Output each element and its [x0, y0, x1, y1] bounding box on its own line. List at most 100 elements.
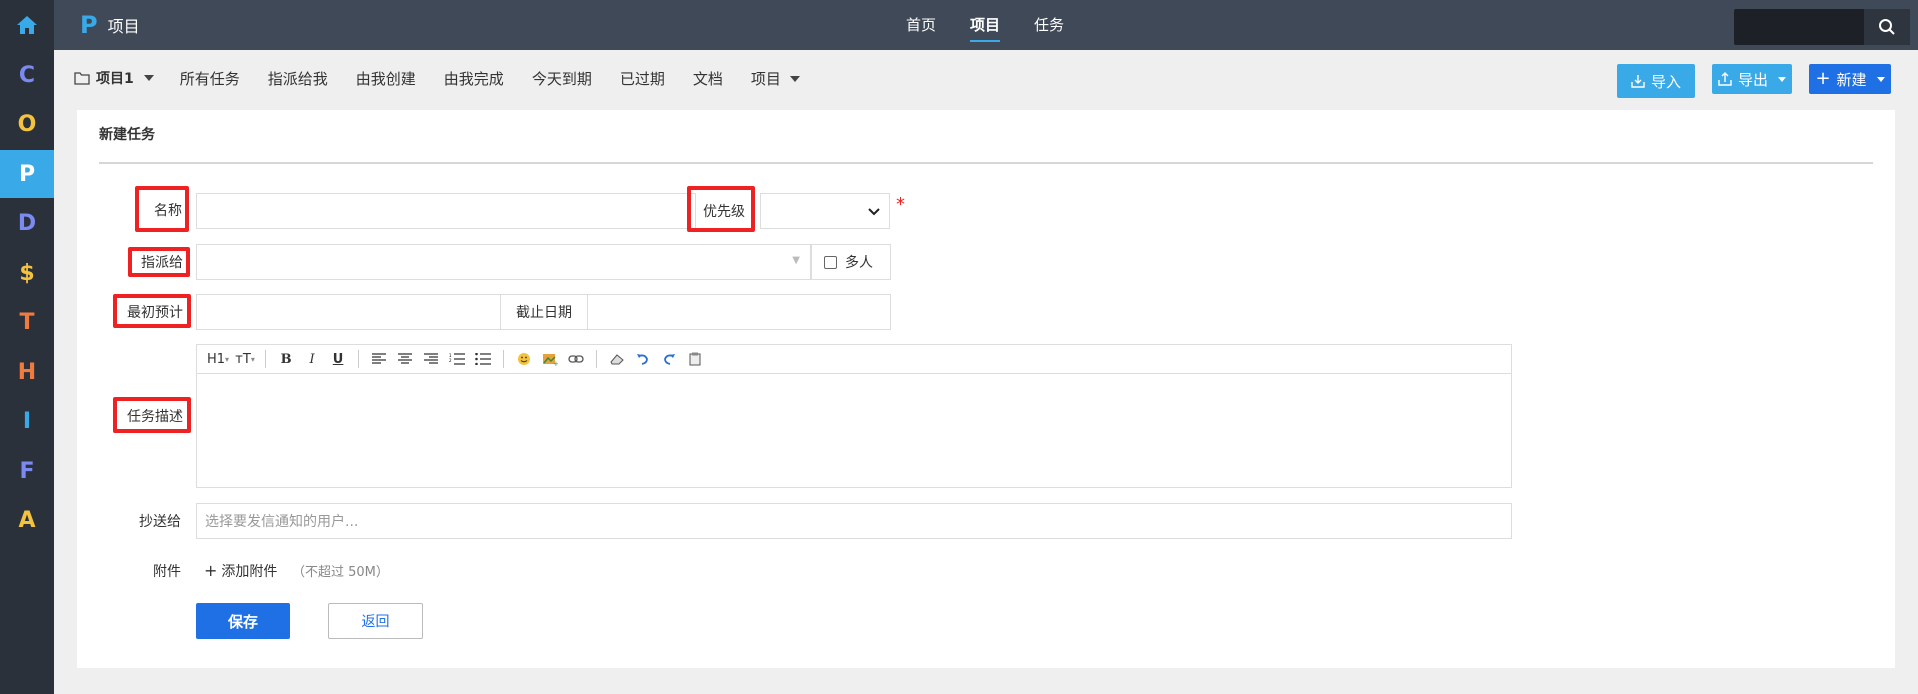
top-bar: P 项目 首页 项目 任务 [54, 0, 1918, 50]
create-button[interactable]: + 新建 [1809, 64, 1891, 94]
toolbar-divider [503, 350, 505, 368]
deadline-field[interactable] [587, 294, 891, 330]
attachment-limit: （不超过 50M） [292, 565, 389, 580]
subnav-all-tasks[interactable]: 所有任务 [180, 68, 240, 89]
plus-icon: + [1815, 68, 1831, 89]
priority-label: 优先级 [703, 204, 745, 220]
rail-item-t[interactable]: T [0, 298, 54, 346]
cc-placeholder: 选择要发信通知的用户... [205, 514, 359, 530]
new-task-panel: 新建任务 名称 优先级 * 指派给 ▼ 多人 最初预计 截止日期 H1 ▾ тT ▾… [77, 110, 1895, 668]
underline-icon[interactable]: U [328, 349, 348, 369]
top-nav: 首页 项目 任务 [54, 0, 1918, 50]
assign-label: 指派给 [141, 255, 183, 271]
save-button[interactable]: 保存 [196, 603, 290, 639]
export-icon [1718, 72, 1732, 86]
search-icon [1879, 19, 1895, 35]
folder-icon [74, 72, 90, 85]
ordered-list-icon[interactable]: 12 [447, 349, 467, 369]
brand-logo: P [80, 11, 98, 39]
chevron-down-icon [143, 75, 154, 81]
image-icon[interactable]: + [540, 349, 560, 369]
rail-item-p[interactable]: P [0, 150, 54, 198]
link-icon[interactable] [566, 349, 586, 369]
nav-task[interactable]: 任务 [1034, 0, 1064, 50]
title-divider [99, 162, 1873, 164]
bold-icon[interactable]: B [276, 349, 296, 369]
description-editor[interactable] [196, 374, 1512, 488]
export-label: 导出 [1737, 70, 1768, 89]
subnav-project-menu[interactable]: 项目 [751, 68, 800, 89]
description-label: 任务描述 [127, 409, 183, 425]
import-button[interactable]: 导入 [1617, 64, 1695, 98]
required-mark: * [896, 194, 905, 215]
paste-icon[interactable] [685, 349, 705, 369]
subnav-due-today[interactable]: 今天到期 [532, 68, 592, 89]
nav-project[interactable]: 项目 [970, 0, 1001, 50]
rail-item-f[interactable]: F [0, 447, 54, 495]
editor-toolbar: H1 ▾ тT ▾ B I U 12 + [196, 344, 1512, 374]
chevron-down-icon [1876, 76, 1885, 82]
align-left-icon[interactable] [369, 349, 389, 369]
chevron-down-icon [789, 76, 800, 82]
eraser-icon[interactable] [607, 349, 627, 369]
rail-item-o[interactable]: O [0, 100, 54, 148]
name-label: 名称 [154, 203, 182, 219]
name-field[interactable] [196, 193, 696, 229]
italic-icon[interactable]: I [302, 349, 322, 369]
align-right-icon[interactable] [421, 349, 441, 369]
multi-user-toggle[interactable]: 多人 [811, 244, 891, 280]
brand[interactable]: P 项目 [80, 0, 140, 50]
search-input[interactable] [1734, 9, 1910, 45]
chevron-down-icon: ▼ [792, 255, 800, 266]
multi-user-checkbox[interactable] [824, 255, 837, 269]
project-dropdown[interactable]: 项目1 [74, 68, 154, 88]
toolbar-divider [358, 350, 360, 368]
app-rail: C O P D $ T H I F A [0, 0, 54, 694]
rail-item-home[interactable] [0, 1, 54, 49]
estimate-field[interactable] [196, 294, 501, 330]
plus-icon: + [204, 561, 218, 580]
emoji-icon[interactable] [514, 349, 534, 369]
subnav-assigned-to-me[interactable]: 指派给我 [268, 68, 328, 89]
sub-nav: 项目1 所有任务 指派给我 由我创建 由我完成 今天到期 已过期 文档 项目 [74, 66, 828, 90]
rail-item-d[interactable]: D [0, 199, 54, 247]
import-label: 导入 [1650, 72, 1681, 91]
rail-item-c[interactable]: C [0, 51, 54, 99]
deadline-label: 截止日期 [516, 305, 572, 321]
deadline-label-box: 截止日期 [500, 294, 588, 330]
priority-select[interactable] [760, 193, 890, 229]
subnav-overdue[interactable]: 已过期 [620, 68, 665, 89]
toolbar-divider [265, 350, 267, 368]
chevron-down-icon [1778, 76, 1786, 82]
heading-icon[interactable]: H1 ▾ [207, 349, 229, 369]
home-icon [17, 16, 37, 34]
redo-icon[interactable] [659, 349, 679, 369]
svg-text:+: + [553, 360, 558, 366]
undo-icon[interactable] [633, 349, 653, 369]
assign-select[interactable]: ▼ [196, 244, 811, 280]
add-attachment-button[interactable]: + 添加附件 [204, 561, 277, 581]
subnav-project-label: 项目 [750, 69, 781, 88]
nav-home[interactable]: 首页 [906, 0, 936, 50]
align-center-icon[interactable] [395, 349, 415, 369]
back-button[interactable]: 返回 [328, 603, 423, 639]
search-button[interactable] [1864, 9, 1910, 45]
cc-input[interactable]: 选择要发信通知的用户... [196, 503, 1512, 539]
add-attachment-label: 添加附件 [221, 564, 278, 580]
subnav-finished-by-me[interactable]: 由我完成 [444, 68, 504, 89]
rail-item-a[interactable]: A [0, 496, 54, 544]
page-title: 新建任务 [99, 127, 155, 143]
unordered-list-icon[interactable] [473, 349, 493, 369]
rail-item-dollar[interactable]: $ [0, 249, 54, 297]
project-name: 项目1 [96, 71, 134, 87]
rail-item-h[interactable]: H [0, 348, 54, 396]
rail-item-i[interactable]: I [0, 397, 54, 445]
attachment-label: 附件 [153, 564, 181, 580]
multi-user-label: 多人 [845, 255, 873, 271]
subnav-docs[interactable]: 文档 [693, 68, 723, 89]
export-button[interactable]: 导出 [1712, 64, 1792, 94]
toolbar-divider [596, 350, 598, 368]
font-size-icon[interactable]: тT ▾ [235, 349, 255, 369]
subnav-created-by-me[interactable]: 由我创建 [356, 68, 416, 89]
import-icon [1631, 75, 1645, 88]
